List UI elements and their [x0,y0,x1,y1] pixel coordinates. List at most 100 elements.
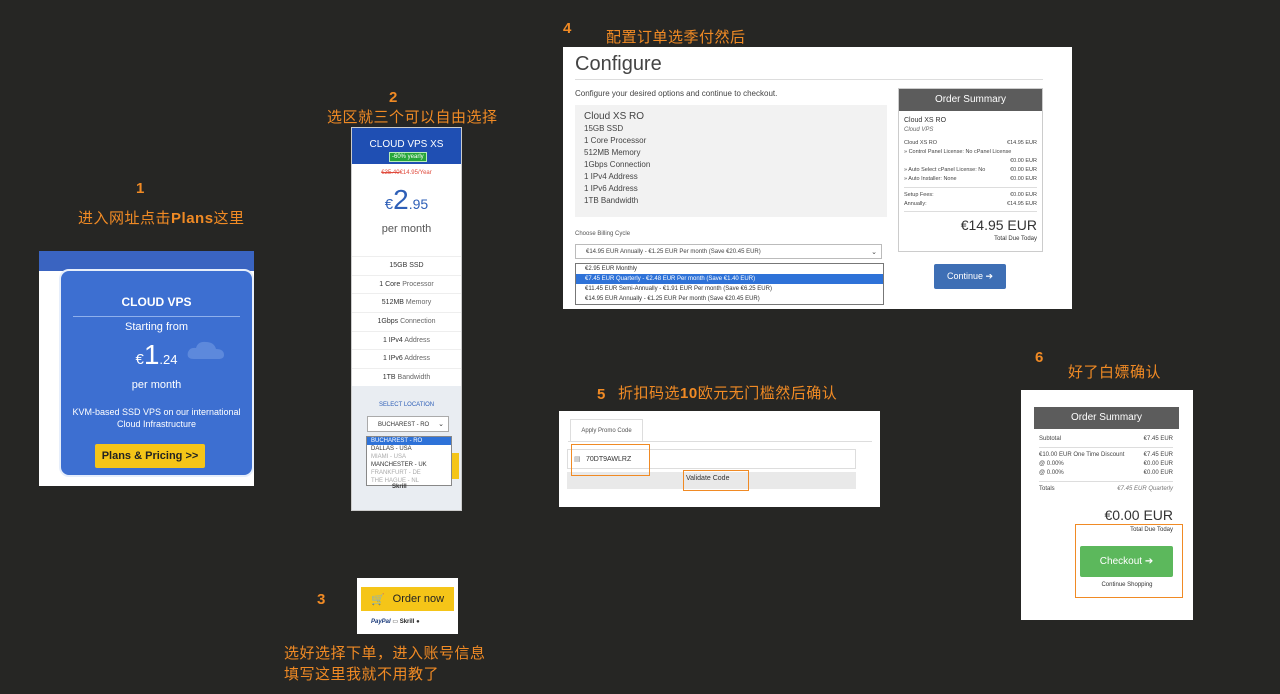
plans-pricing-button[interactable]: Plans & Pricing >> [95,444,205,468]
plan-description: KVM-based SSD VPS on our international Cl… [72,407,241,429]
feature-row: 512MB Memory [352,293,461,312]
summary-row: » Control Panel License: No cPanel Licen… [904,149,1012,155]
product-spec: 1 IPv4 Address [584,172,638,181]
product-spec: 1 IPv6 Address [584,184,638,193]
billing-option[interactable]: €14.95 EUR Annually - €1.25 EUR Per mont… [576,294,883,304]
billing-option[interactable]: €11.45 EUR Semi-Annually - €1.91 EUR Per… [576,284,883,294]
skrill-logo: Skrill [399,619,415,625]
step-2-number: 2 [389,89,398,106]
billing-option[interactable]: €2.95 EUR Monthly [576,264,883,274]
select-location-label: SELECT LOCATION [378,402,435,408]
per-month-label: per month [131,379,182,391]
location-option[interactable]: MANCHESTER - UK [367,461,451,469]
tax-row: @ 0.00% €0.00 EUR [1039,461,1173,467]
continue-button[interactable]: Continue ➔ [934,264,1006,289]
divider [568,441,872,442]
page-title: Configure [575,53,662,75]
step-1-number: 1 [136,180,145,197]
divider [73,316,240,317]
step-3-caption-line2: 填写这里我就不用教了 [284,665,440,683]
product-spec: 15GB SSD [584,124,624,133]
plan-title: CLOUD VPS [121,295,192,309]
product-details: Cloud XS RO 15GB SSD 1 Core Processor 51… [575,105,887,217]
location-option[interactable]: BUCHAREST - RO [367,437,451,445]
plans-panel: CLOUD VPS Starting from €1.24 per month … [39,251,254,486]
highlight-box [683,470,749,491]
feature-row: 15GB SSD [352,256,461,275]
step-2-caption: 选区就三个可以自由选择 [327,108,498,126]
order-summary-title: Order Summary [899,89,1042,111]
feature-row: 1TB Bandwidth [352,368,461,387]
discount-row: €10.00 EUR One Time Discount €7.45 EUR [1039,452,1173,458]
location-option[interactable]: DALLAS - USA [367,445,451,453]
billing-option[interactable]: €7.45 EUR Quarterly - €2.48 EUR Per mont… [576,274,883,284]
billing-cycle-label: Choose Billing Cycle [575,231,631,237]
annual-row: Annually: €14.95 EUR [904,201,1037,207]
totals-row: Totals €7.45 EUR Quarterly [1039,486,1173,492]
payment-methods: PayPal ▭ Skrill ● [371,618,420,625]
summary-row: Cloud XS RO €14.95 EUR [904,140,1037,146]
feature-row: 1 IPv6 Address [352,349,461,368]
feature-row: 1Gbps Connection [352,312,461,331]
paypal-logo: PayPal [371,619,391,625]
step-6-number: 6 [1035,349,1044,366]
order-summary-title: Order Summary [1034,407,1179,429]
order-button-partial[interactable] [451,453,459,479]
step-6-caption: 好了白嫖确认 [1068,363,1162,381]
tab-apply-promo-code[interactable]: Apply Promo Code [570,419,643,441]
step-5-number: 5 [597,386,606,403]
total-due-label: Total Due Today [994,236,1037,242]
plan-title: CLOUD VPS XS [369,139,444,150]
payment-methods: Skrill [392,484,407,490]
plan-price: €2.95 [384,184,429,215]
configure-panel: Configure Configure your desired options… [563,47,1072,309]
chevron-down-icon: ⌄ [871,249,877,256]
bitcoin-icon: ● [416,619,420,625]
product-spec: 512MB Memory [584,148,641,157]
plan-selection-panel: CLOUD VPS XS -60% yearly €35.40€14.95/Ye… [351,127,462,511]
billing-cycle-select[interactable]: €14.95 EUR Annually - €1.25 EUR Per mont… [575,244,882,259]
summary-row: » Auto Select cPanel License: No €0.00 EU… [904,167,1037,173]
old-price: €35.40€14.95/Year [381,170,432,176]
divider [904,187,1037,188]
divider [904,211,1037,212]
order-panel: 🛒 Order now PayPal ▭ Skrill ● [357,578,458,634]
cloud-vps-card[interactable]: CLOUD VPS Starting from €1.24 per month … [59,269,254,477]
highlight-box [571,444,650,476]
card-icon: ▭ [392,619,399,625]
configure-subtitle: Configure your desired options and conti… [575,89,778,98]
order-now-button[interactable]: 🛒 Order now [361,587,454,611]
final-summary-panel: Order Summary Subtotal €7.45 EUR €10.00 E… [1021,390,1193,620]
location-dropdown[interactable]: BUCHAREST - RO DALLAS - USA MIAMI - USA … [366,436,452,486]
divider [575,79,1043,80]
product-spec: 1 Core Processor [584,136,647,145]
location-option[interactable]: THE HAGUE - NL [367,477,451,485]
total-amount: €0.00 EUR [1104,507,1173,523]
divider [1039,447,1173,448]
billing-cycle-dropdown[interactable]: €2.95 EUR Monthly €7.45 EUR Quarterly - … [575,263,884,305]
promo-panel: Apply Promo Code ▤ 70DT9AWLRZ Validate Co… [559,411,880,507]
summary-row: » Auto Installer: None €0.00 EUR [904,176,1037,182]
product-spec: 1Gbps Connection [584,160,651,169]
product-spec: 1TB Bandwidth [584,196,639,205]
product-name: Cloud XS RO [584,111,645,122]
per-month-label: per month [381,223,432,235]
tax-row: @ 0.00% €0.00 EUR [1039,470,1173,476]
cart-icon: 🛒 [370,593,385,606]
location-option[interactable]: FRANKFURT - DE [367,469,451,477]
feature-row: 1 IPv4 Address [352,331,461,350]
starting-from-label: Starting from [125,321,188,333]
setup-fees-row: Setup Fees: €0.00 EUR [904,192,1037,198]
discount-badge: -60% yearly [389,152,427,162]
location-option[interactable]: MIAMI - USA [367,453,451,461]
feature-row: 1 Core Processor [352,275,461,294]
highlight-box [1075,524,1183,598]
location-select[interactable]: BUCHAREST - RO ⌄ [367,416,449,432]
order-summary: Order Summary Cloud XS RO Cloud VPS Clou… [898,88,1043,252]
step-3-caption-line1: 选好选择下单，进入账号信息 [284,644,486,662]
starting-price: €1.24 [135,339,178,370]
step-4-number: 4 [563,20,572,37]
panel-header-strip [39,251,254,271]
step-5-caption: 折扣码选10欧元无门槛然后确认 [618,384,838,402]
summary-product-name: Cloud XS RO [904,117,947,124]
